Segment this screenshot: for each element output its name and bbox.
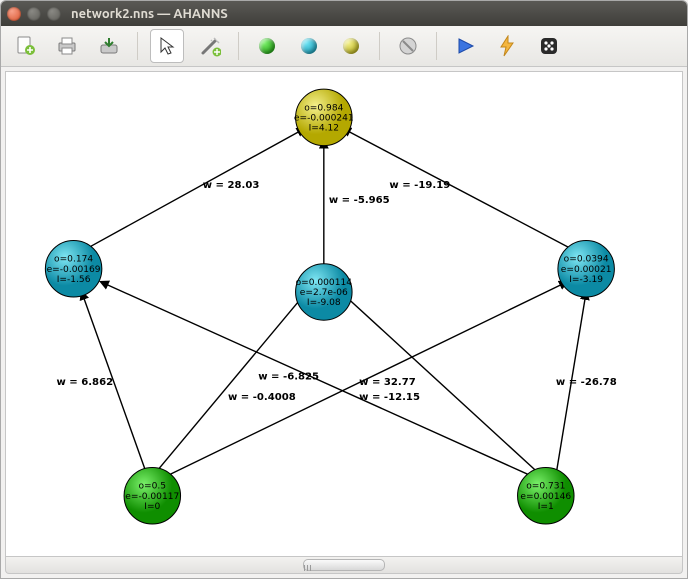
window-maximize-button[interactable] (47, 7, 61, 21)
node-value: I=-3.19 (569, 275, 603, 285)
edge-label: w = -6.825 (258, 371, 319, 382)
edge-h1-out[interactable] (87, 128, 305, 248)
edge-label: w = -19.19 (389, 180, 450, 191)
disable-icon (398, 36, 418, 56)
edge-h3-out[interactable] (343, 128, 571, 248)
node-value: e=0.00146 (520, 491, 571, 501)
randomize-icon (539, 36, 559, 56)
window-close-button[interactable] (7, 7, 21, 21)
open-icon (98, 35, 120, 57)
print-icon (56, 35, 78, 57)
add-input-node-button[interactable] (251, 30, 283, 62)
edge-label: w = -5.965 (329, 195, 390, 206)
node-value: o=0.174 (54, 254, 93, 264)
run-button[interactable] (449, 30, 481, 62)
node-value: I=-9.08 (307, 298, 341, 308)
add-output-node-button[interactable] (335, 30, 367, 62)
app-window: network2.nns — AHANNS (0, 0, 688, 579)
toolbar-separator (137, 32, 138, 60)
node-input-1[interactable]: o=0.5 e=-0.00117 I=0 (124, 467, 181, 524)
grip-icon (304, 565, 311, 571)
toolbar-separator (238, 32, 239, 60)
edge-label: w = 32.77 (359, 376, 416, 387)
node-value: o=0.731 (526, 481, 565, 491)
edge-label: w = -12.15 (359, 392, 420, 403)
add-connection-button[interactable] (194, 30, 226, 62)
window-title: network2.nns — AHANNS (71, 7, 228, 21)
cursor-tool-button[interactable] (150, 29, 184, 63)
canvas-area: w = 28.03 w = -5.965 w = -19.19 w = 6.86… (1, 67, 687, 578)
toolbar (1, 26, 687, 66)
node-value: e=-0.000241 (294, 113, 354, 123)
print-button[interactable] (51, 30, 83, 62)
edge-label: w = -0.4008 (228, 392, 296, 403)
edge-label: w = 28.03 (203, 180, 260, 191)
add-input-node-icon (259, 38, 275, 54)
window-minimize-button[interactable] (27, 7, 41, 21)
node-value: e=-0.00169 (47, 264, 101, 274)
node-value: o=0.000114 (296, 278, 353, 288)
node-hidden-1[interactable]: o=0.174 e=-0.00169 I=-1.56 (45, 240, 102, 297)
node-value: I=0 (144, 502, 160, 512)
cursor-icon (157, 36, 177, 56)
toolbar-separator (379, 32, 380, 60)
run-icon (455, 36, 475, 56)
node-input-2[interactable]: o=0.731 e=0.00146 I=1 (518, 467, 575, 524)
node-value: I=-1.56 (57, 275, 91, 285)
titlebar: network2.nns — AHANNS (1, 1, 687, 26)
network-canvas[interactable]: w = 28.03 w = -5.965 w = -19.19 w = 6.86… (5, 71, 683, 557)
wand-add-icon (199, 35, 221, 57)
node-value: e=2.7e-06 (300, 288, 348, 298)
node-value: o=0.5 (138, 481, 166, 491)
add-output-node-icon (343, 38, 359, 54)
train-button[interactable] (491, 30, 523, 62)
new-file-button[interactable] (9, 30, 41, 62)
toolbar-separator (436, 32, 437, 60)
train-icon (498, 35, 516, 57)
node-value: e=0.00021 (561, 264, 612, 274)
file-new-icon (14, 35, 36, 57)
add-hidden-node-button[interactable] (293, 30, 325, 62)
randomize-button[interactable] (533, 30, 565, 62)
open-button[interactable] (93, 30, 125, 62)
disable-button[interactable] (392, 30, 424, 62)
horizontal-scrollbar[interactable] (5, 557, 683, 574)
scrollbar-thumb[interactable] (303, 559, 385, 571)
node-value: I=1 (538, 502, 554, 512)
edge-label: w = -26.78 (556, 376, 617, 387)
node-value: o=0.984 (304, 103, 343, 113)
node-value: o=0.0394 (564, 254, 609, 264)
add-hidden-node-icon (301, 38, 317, 54)
edge-label: w = 6.862 (56, 376, 113, 387)
node-hidden-3[interactable]: o=0.0394 e=0.00021 I=-3.19 (558, 240, 615, 297)
node-value: e=-0.00117 (125, 491, 179, 501)
node-output[interactable]: o=0.984 e=-0.000241 I=4.12 (294, 89, 354, 146)
node-hidden-2[interactable]: o=0.000114 e=2.7e-06 I=-9.08 (296, 263, 353, 320)
node-value: I=4.12 (309, 123, 340, 133)
